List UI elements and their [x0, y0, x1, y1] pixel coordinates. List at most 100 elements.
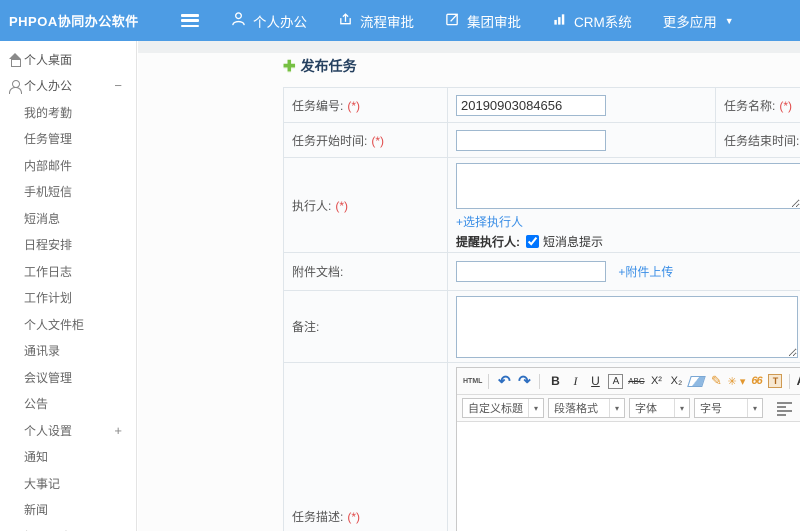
sidebar-item-contacts[interactable]: 通讯录 — [0, 338, 136, 365]
magic-button[interactable]: ✳ ▾ — [727, 371, 746, 391]
brush-button[interactable]: ✎ — [707, 371, 725, 391]
remark-textarea[interactable] — [456, 295, 798, 358]
chevron-down-icon: ▾ — [674, 399, 689, 417]
sidebar-item-personal-settings[interactable]: 个人设置 + — [0, 417, 136, 444]
format-select[interactable]: 段落格式 ▾ — [548, 398, 625, 418]
sidebar-item-schedule[interactable]: 日程安排 — [0, 232, 136, 259]
home-icon — [9, 53, 22, 67]
sidebar-item-task-management[interactable]: 任务管理 — [0, 126, 136, 153]
sms-tip-checkbox[interactable] — [526, 235, 539, 248]
page-title: ✚ 发布任务 — [283, 58, 357, 75]
sidebar-item-internal-mail[interactable]: 内部邮件 — [0, 152, 136, 179]
task-name-label: 任务名称: — [724, 98, 776, 113]
separator[interactable] — [488, 373, 490, 389]
attachment-input[interactable] — [456, 261, 606, 282]
editor-content-area[interactable] — [457, 422, 800, 531]
editor-toolbar-row2: 自定义标题 ▾ 段落格式 ▾ 字体 ▾ 字号 ▾ — [457, 395, 800, 422]
sidebar-item-my-attendance[interactable]: 我的考勤 — [0, 99, 136, 126]
html-source-button[interactable]: HTML — [463, 371, 482, 391]
user-icon — [9, 79, 22, 94]
user-icon — [231, 11, 253, 30]
sidebar-item-personal-files[interactable]: 个人文件柜 — [0, 311, 136, 338]
editor-toolbar-row1: HTML ↶↷ BIUAABCX²X₂ ✎✳ ▾66T A ▾ — [457, 368, 800, 395]
chevron-down-icon: ▾ — [528, 399, 543, 417]
sidebar-item-news[interactable]: 新闻 — [0, 497, 136, 524]
publish-task-form: 任务编号:(*) 任务名称:(*) 任务开始时间:(*) 任务结束时间:(*) … — [283, 87, 800, 531]
font-box-button[interactable]: A — [608, 373, 624, 389]
rich-text-editor: HTML ↶↷ BIUAABCX²X₂ ✎✳ ▾66T A ▾ 自定义标题▾ 段落格式▾… — [456, 367, 800, 531]
bold-button[interactable]: B — [546, 371, 564, 391]
nav-menu: 个人办公 流程审批 集团审批 CRM系统 更多应用 ▼ — [231, 11, 765, 31]
required-mark: (*) — [347, 510, 361, 524]
choose-executor-link[interactable]: +选择执行人 — [456, 215, 523, 229]
required-mark: (*) — [371, 133, 385, 148]
sidebar-menu: 个人桌面 个人办公 − 我的考勤 任务管理 内部邮件 手机短信 短消息 日程安排… — [0, 41, 136, 531]
remark-label: 备注: — [292, 320, 320, 334]
app-logo: PHPOA协同办公软件 — [9, 14, 139, 29]
separator[interactable] — [539, 373, 541, 389]
sidebar-item-mobile-sms[interactable]: 手机短信 — [0, 179, 136, 206]
table-row: 备注: — [283, 290, 800, 363]
superscript-button[interactable]: X² — [647, 371, 665, 391]
size-select[interactable]: 字号 ▾ — [694, 398, 763, 418]
workflow-icon — [338, 11, 360, 30]
attachment-label: 附件文档: — [292, 265, 344, 279]
eraser-button[interactable] — [687, 371, 705, 391]
fontcolor-button[interactable]: A ▾ — [796, 371, 800, 391]
sidebar-item-notice[interactable]: 通知 — [0, 444, 136, 471]
sidebar-item-work-log[interactable]: 工作日志 — [0, 258, 136, 285]
table-row: 任务编号:(*) 任务名称:(*) — [283, 87, 800, 123]
expand-toggle[interactable]: + — [114, 423, 122, 438]
task-no-input[interactable] — [456, 94, 606, 116]
paste-text-button[interactable]: T — [768, 374, 783, 388]
table-row: 任务开始时间:(*) 任务结束时间:(*) — [283, 122, 800, 158]
bar-chart-icon — [552, 11, 574, 30]
remind-executor-label: 提醒执行人: — [456, 235, 520, 249]
nav-item-group-approval[interactable]: 集团审批 — [445, 11, 521, 31]
underline-button[interactable]: U — [586, 371, 604, 391]
content-top-strip — [138, 41, 800, 53]
required-mark: (*) — [779, 98, 793, 113]
sidebar-item-memorabilia[interactable]: 大事记 — [0, 470, 136, 497]
font-select[interactable]: 字体 ▾ — [629, 398, 690, 418]
nav-item-personal-office[interactable]: 个人办公 — [231, 11, 307, 31]
sidebar-item-personal-office[interactable]: 个人办公 − — [0, 73, 136, 100]
start-time-input[interactable] — [456, 129, 606, 151]
edit-icon — [445, 11, 467, 30]
table-row: 附件文档: +附件上传 — [283, 252, 800, 291]
task-desc-label: 任务描述: — [292, 510, 344, 524]
undo-button[interactable]: ↶ — [495, 371, 513, 391]
nav-item-crm-system[interactable]: CRM系统 — [552, 11, 632, 31]
executor-textarea[interactable] — [456, 163, 800, 209]
attachment-upload-link[interactable]: +附件上传 — [618, 265, 673, 279]
menu-toggle-icon[interactable] — [181, 14, 199, 27]
add-icon: ✚ — [283, 58, 296, 75]
separator[interactable] — [789, 373, 791, 389]
subscript-button[interactable]: X₂ — [667, 371, 685, 391]
end-time-label: 任务结束时间: — [724, 133, 800, 148]
sidebar-item-short-message[interactable]: 短消息 — [0, 205, 136, 232]
strikethrough-button[interactable]: ABC — [627, 371, 645, 391]
table-row: 执行人: (*) +选择执行人 提醒执行人: 短消息提示 — [283, 157, 800, 253]
heading-select[interactable]: 自定义标题 ▾ — [462, 398, 544, 418]
main-content: ✚ 发布任务 任务编号:(*) 任务名称:(*) 任务开始时间:(*) 任务结束… — [138, 41, 800, 531]
table-row: 任务描述:(*) HTML ↶↷ BIUAABCX²X₂ ✎✳ ▾66T A ▾ 自定义… — [283, 362, 800, 531]
sidebar-item-announcement[interactable]: 公告 — [0, 391, 136, 418]
sidebar-item-work-plan[interactable]: 工作计划 — [0, 285, 136, 312]
blockquote-button[interactable]: 66 — [747, 371, 765, 391]
sidebar-item-personal-desktop[interactable]: 个人桌面 — [0, 46, 136, 73]
required-mark: (*) — [335, 198, 349, 213]
italic-button[interactable]: I — [566, 371, 584, 391]
sidebar-item-vote-survey[interactable]: 投票调查 — [0, 523, 136, 531]
required-mark: (*) — [347, 98, 361, 113]
nav-item-workflow-approval[interactable]: 流程审批 — [338, 11, 414, 31]
executor-label: 执行人: — [292, 198, 332, 213]
nav-item-more-apps[interactable]: 更多应用 ▼ — [663, 11, 734, 31]
redo-button[interactable]: ↷ — [515, 371, 533, 391]
chevron-down-icon: ▾ — [609, 399, 624, 417]
sms-tip-label: 短消息提示 — [543, 235, 604, 249]
sidebar-item-meeting[interactable]: 会议管理 — [0, 364, 136, 391]
task-no-label: 任务编号: — [292, 98, 344, 113]
expand-toggle[interactable]: − — [114, 78, 122, 93]
align-left-button[interactable] — [777, 402, 792, 416]
